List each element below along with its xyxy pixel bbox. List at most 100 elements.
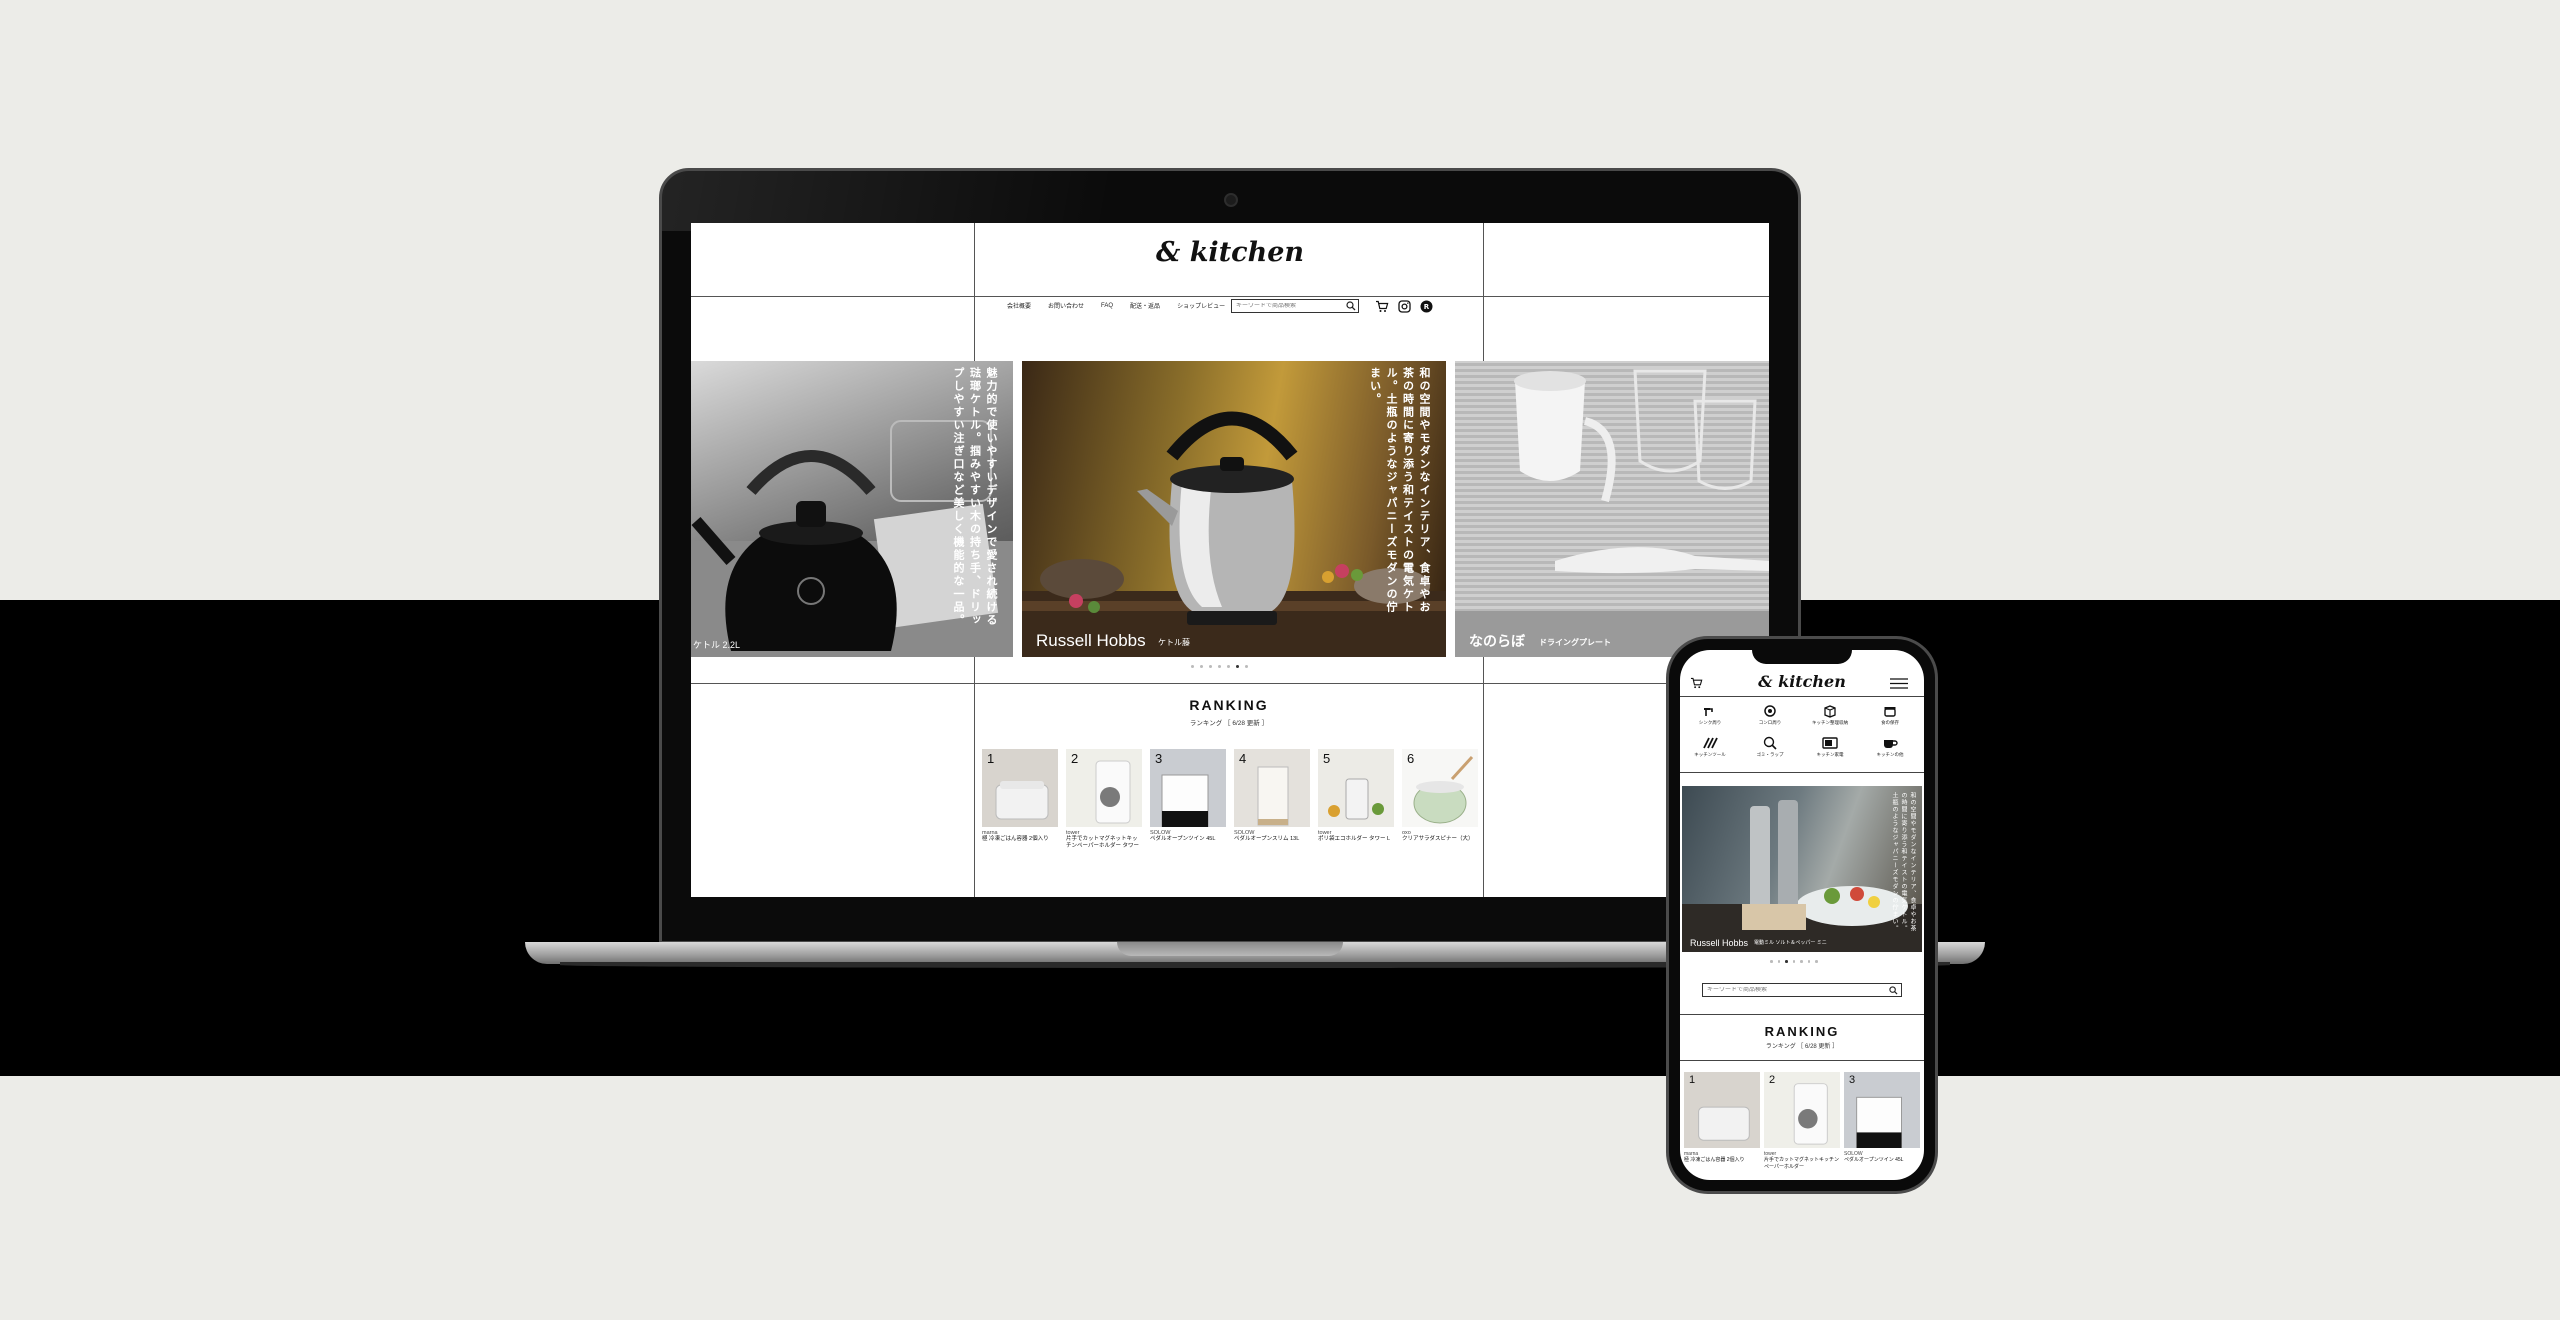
- ranking-list: 1 marna 極 冷凍ごはん容器 2個入り 2 tower 片手でカットマグネ…: [982, 749, 1478, 851]
- hero-caption: 和の空間やモダンなインテリア、食卓やお茶の時間に寄り添う和テイストの電気ケトル。…: [1368, 367, 1431, 614]
- product-name[interactable]: クリアサラダスピナー（大）: [1402, 836, 1478, 843]
- hero-brand-label: なのらぼ: [1469, 633, 1525, 649]
- ranking-item[interactable]: 1 marna 極 冷凍ごはん容器 2個入り: [1684, 1072, 1760, 1164]
- product-image: 5: [1318, 749, 1394, 827]
- nav-item-contact[interactable]: お問い合わせ: [1048, 301, 1084, 310]
- category-appliances[interactable]: キッチン家電: [1800, 736, 1860, 758]
- search-field[interactable]: [1702, 983, 1902, 997]
- nav-item-faq[interactable]: FAQ: [1101, 303, 1113, 309]
- box-icon: [1824, 705, 1836, 718]
- hero-slide-kettle[interactable]: 魅力的で使いやすいデザインで愛され続ける琺瑯ケトル。掴みやすい木の持ち手、ドリッ…: [691, 361, 1013, 657]
- ranking-subtitle: ランキング ［ 6/28 更新 ］: [1189, 720, 1269, 727]
- ranking-item[interactable]: 2 tower 片手でカットマグネットキッチンペーパーホルダー: [1764, 1072, 1840, 1171]
- grid-line: [691, 296, 1769, 297]
- carousel-dot[interactable]: [1191, 665, 1194, 668]
- divider: [1680, 1060, 1924, 1061]
- instagram-icon[interactable]: [1397, 299, 1411, 313]
- hero-label: ドライングプレート: [1539, 638, 1611, 647]
- product-name[interactable]: ペダルオープンツイン 45L: [1844, 1157, 1920, 1164]
- product-name[interactable]: ペダルオープンツイン 45L: [1150, 836, 1226, 843]
- carousel-dot[interactable]: [1792, 960, 1795, 963]
- category-other[interactable]: キッチンの他: [1860, 736, 1920, 758]
- product-image: 6: [1402, 749, 1478, 827]
- product-name[interactable]: ポリ袋エコホルダー タワー L: [1318, 836, 1394, 843]
- phone-notch: [1752, 646, 1852, 664]
- utensils-icon: [1703, 737, 1718, 749]
- search-input[interactable]: [1236, 303, 1344, 309]
- menu-icon[interactable]: [1890, 678, 1908, 689]
- faucet-icon: [1704, 708, 1713, 716]
- hero-caption: 魅力的で使いやすいデザインで愛され続ける琺瑯ケトル。掴みやすい木の持ち手、ドリッ…: [952, 367, 997, 627]
- search-icon[interactable]: [1889, 986, 1898, 995]
- product-image: 3: [1150, 749, 1226, 827]
- site-logo[interactable]: & kitchen: [691, 237, 1769, 268]
- ranking-item[interactable]: 5 tower ポリ袋エコホルダー タワー L: [1318, 749, 1394, 851]
- site-logo[interactable]: & kitchen: [1680, 672, 1924, 691]
- carousel-dot[interactable]: [1245, 665, 1248, 668]
- category-food-storage[interactable]: 食の保存: [1860, 704, 1920, 726]
- product-name[interactable]: 片手でカットマグネットキッチンペーパーホルダー: [1764, 1157, 1840, 1171]
- carousel-dot[interactable]: [1200, 665, 1203, 668]
- phone-screen: & kitchen シンク周り コンロ周り キッチン整理収納 食の保存 キッチン…: [1680, 650, 1924, 1180]
- carousel-dot[interactable]: [1209, 665, 1212, 668]
- carousel-dot[interactable]: [1807, 960, 1810, 963]
- nav-item-company[interactable]: 会社概要: [1007, 301, 1031, 310]
- ranking-title: RANKING: [1764, 1024, 1840, 1039]
- cart-icon[interactable]: [1375, 299, 1389, 313]
- product-image: 1: [1684, 1072, 1760, 1148]
- divider: [1680, 1014, 1924, 1015]
- hero-slide-drying-plate[interactable]: なのらぼ ドライングプレート: [1455, 361, 1769, 657]
- cup-icon: [1884, 740, 1898, 748]
- carousel-dot[interactable]: [1218, 665, 1221, 668]
- nav-item-shipping[interactable]: 配送・返品: [1130, 301, 1160, 310]
- product-name[interactable]: 片手でカットマグネットキッチンペーパーホルダー タワー: [1066, 836, 1142, 851]
- ranking-item[interactable]: 3 SOLOW ペダルオープンツイン 45L: [1150, 749, 1226, 851]
- carousel-dot[interactable]: [1815, 960, 1818, 963]
- laptop-camera: [1224, 193, 1238, 207]
- laptop-screen: & kitchen 会社概要 お問い合わせ FAQ 配送・返品 ショップレビュー…: [691, 223, 1769, 897]
- header-nav: 会社概要 お問い合わせ FAQ 配送・返品 ショップレビュー: [1007, 301, 1225, 311]
- ranking-title: RANKING: [1189, 697, 1269, 713]
- mobile-hero-slide[interactable]: 和の空間やモダンなインテリア、食卓やお茶の時間に寄り添う和テイストの電気ケトル。…: [1682, 786, 1922, 952]
- carousel-dot[interactable]: [1777, 960, 1780, 963]
- category-stove[interactable]: コンロ周り: [1740, 704, 1800, 726]
- ranking-item[interactable]: 2 tower 片手でカットマグネットキッチンペーパーホルダー タワー: [1066, 749, 1142, 851]
- carousel-dot-active[interactable]: [1236, 665, 1239, 668]
- product-name[interactable]: ペダルオープンスリム 13L: [1234, 836, 1310, 843]
- product-image: 1: [982, 749, 1058, 827]
- search-input[interactable]: [1707, 987, 1883, 993]
- hero-slide-electric-kettle[interactable]: 和の空間やモダンなインテリア、食卓やお茶の時間に寄り添う和テイストの電気ケトル。…: [1022, 361, 1446, 657]
- nav-item-reviews[interactable]: ショップレビュー: [1177, 301, 1225, 310]
- category-trash-wrap[interactable]: ゴミ・ラップ: [1740, 736, 1800, 758]
- ranking-item[interactable]: 6 oxo クリアサラダスピナー（大）: [1402, 749, 1478, 851]
- hero-brand-label: Russell Hobbs: [1690, 938, 1749, 948]
- category-sink[interactable]: シンク周り: [1680, 704, 1740, 726]
- search-icon[interactable]: [1346, 301, 1356, 311]
- burner-icon: [1764, 705, 1776, 717]
- ranking-item[interactable]: 4 SOLOW ペダルオープンスリム 13L: [1234, 749, 1310, 851]
- category-storage[interactable]: キッチン整理収納: [1800, 704, 1860, 726]
- carousel-dot-active[interactable]: [1785, 960, 1788, 963]
- svg-text:R: R: [1423, 303, 1429, 311]
- container-icon: [1884, 707, 1896, 717]
- divider: [1680, 696, 1924, 697]
- hero-label: 電動ミル ソルト＆ペッパー ミニ: [1754, 940, 1827, 946]
- product-name[interactable]: 極 冷凍ごはん容器 2個入り: [982, 836, 1058, 843]
- divider: [1680, 772, 1924, 773]
- search-field[interactable]: [1231, 299, 1359, 313]
- product-image: 3: [1844, 1072, 1920, 1148]
- rakuten-icon[interactable]: R: [1419, 299, 1433, 313]
- hero-caption: 和の空間やモダンなインテリア、食卓やお茶の時間に寄り添う和テイストの電気ケトル。…: [1891, 792, 1915, 932]
- category-tools[interactable]: キッチンツール: [1680, 736, 1740, 758]
- product-image: 2: [1066, 749, 1142, 827]
- ranking-subtitle: ランキング ［ 6/28 更新 ］: [1765, 1044, 1839, 1050]
- hero-label: ケトル藤: [1158, 638, 1190, 647]
- ranking-item[interactable]: 1 marna 極 冷凍ごはん容器 2個入り: [982, 749, 1058, 851]
- ranking-item[interactable]: 3 SOLOW ペダルオープンツイン 45L: [1844, 1072, 1920, 1164]
- carousel-dot[interactable]: [1800, 960, 1803, 963]
- carousel-dot[interactable]: [1227, 665, 1230, 668]
- pepper-mill-photo: [1682, 800, 1922, 952]
- laptop-hinge-notch: [1117, 942, 1343, 956]
- carousel-dot[interactable]: [1770, 960, 1773, 963]
- product-name[interactable]: 極 冷凍ごはん容器 2個入り: [1684, 1157, 1760, 1164]
